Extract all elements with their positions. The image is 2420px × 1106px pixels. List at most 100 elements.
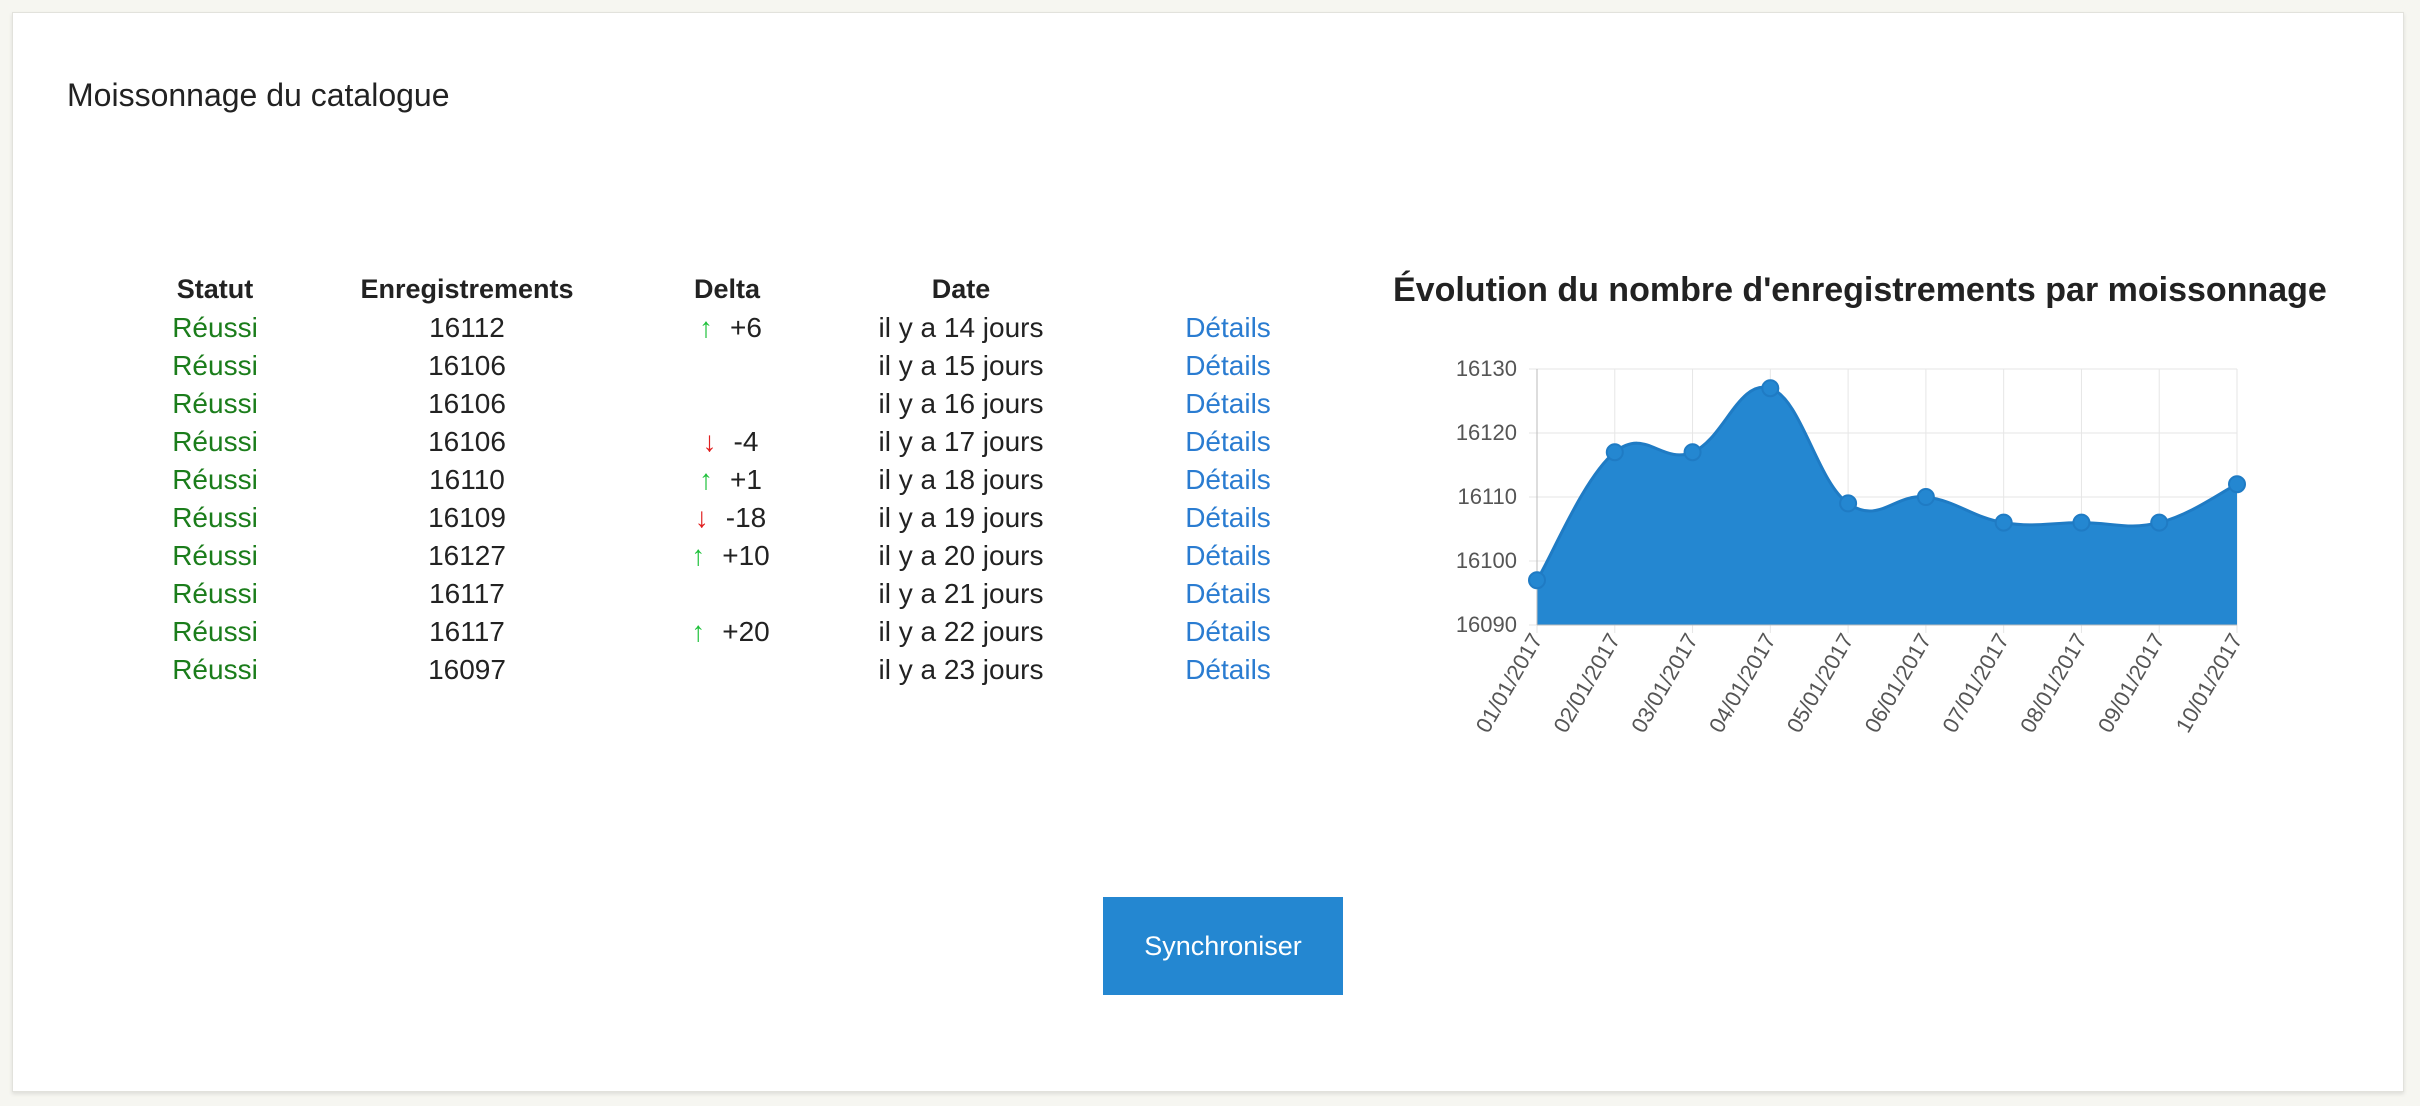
- record-count-cell: 16117: [429, 616, 505, 647]
- x-tick-label: 10/01/2017: [2171, 629, 2248, 737]
- status-cell: Réussi: [172, 654, 258, 685]
- details-link[interactable]: Détails: [1115, 385, 1341, 423]
- x-tick-label: 01/01/2017: [1471, 629, 1548, 737]
- table-row: Réussi 16106 il y a 15 jours Détails: [143, 347, 1341, 385]
- table-header-row: Statut Enregistrements Delta Date: [143, 269, 1341, 309]
- record-count-cell: 16106: [428, 350, 506, 381]
- synchronize-button[interactable]: Synchroniser: [1103, 897, 1343, 995]
- y-tick-label: 16110: [1457, 484, 1517, 509]
- table-row: Réussi 16117 il y a 21 jours Détails: [143, 575, 1341, 613]
- data-point: [1994, 513, 2013, 532]
- y-tick-label: 16100: [1456, 548, 1517, 573]
- delta-value: -4: [733, 426, 759, 457]
- delta-cell: [647, 347, 807, 385]
- data-point: [2228, 475, 2246, 494]
- data-point: [2150, 513, 2169, 532]
- date-cell: il y a 22 jours: [878, 616, 1044, 647]
- status-cell: Réussi: [172, 350, 258, 381]
- status-cell: Réussi: [172, 464, 258, 495]
- delta-cell: [647, 385, 807, 423]
- record-count-cell: 16106: [428, 388, 506, 419]
- delta-cell: ↑ +6: [647, 309, 807, 347]
- data-point: [1761, 379, 1780, 398]
- chart-title: Évolution du nombre d'enregistrements pa…: [1393, 271, 2327, 309]
- table-row: Réussi 16110 ↑ +1 il y a 18 jours Détails: [143, 461, 1341, 499]
- delta-value: +1: [730, 464, 762, 495]
- details-link[interactable]: Détails: [1115, 537, 1341, 575]
- record-count-cell: 16127: [428, 540, 506, 571]
- header-count: Enregistrements: [360, 273, 574, 304]
- data-point: [1605, 443, 1624, 462]
- data-point: [1528, 571, 1546, 590]
- arrow-up-icon: ↑: [699, 464, 714, 495]
- delta-cell: ↓ -4: [647, 423, 807, 461]
- arrow-up-icon: ↑: [691, 540, 706, 571]
- details-link[interactable]: Détails: [1115, 347, 1341, 385]
- x-tick-label: 08/01/2017: [2015, 629, 2092, 737]
- status-cell: Réussi: [172, 426, 258, 457]
- date-cell: il y a 17 jours: [878, 426, 1044, 457]
- details-link[interactable]: Détails: [1115, 575, 1341, 613]
- y-tick-label: 16120: [1456, 420, 1517, 445]
- table-row: Réussi 16106 ↓ -4 il y a 17 jours Détails: [143, 423, 1341, 461]
- delta-cell: [647, 651, 807, 689]
- details-link[interactable]: Détails: [1115, 461, 1341, 499]
- delta-value: -18: [725, 502, 767, 533]
- x-tick-label: 04/01/2017: [1704, 629, 1781, 737]
- delta-value: +20: [722, 616, 770, 647]
- arrow-down-icon: ↓: [694, 502, 709, 533]
- record-count-cell: 16112: [429, 312, 505, 343]
- table-row: Réussi 16127 ↑ +10 il y a 20 jours Détails: [143, 537, 1341, 575]
- y-tick-label: 16090: [1456, 612, 1517, 637]
- date-cell: il y a 19 jours: [878, 502, 1044, 533]
- data-point: [1683, 443, 1702, 462]
- data-point: [1839, 494, 1858, 513]
- details-link[interactable]: Détails: [1115, 423, 1341, 461]
- x-tick-label: 06/01/2017: [1860, 629, 1937, 737]
- details-link[interactable]: Détails: [1115, 499, 1341, 537]
- table-row: Réussi 16106 il y a 16 jours Détails: [143, 385, 1341, 423]
- table-row: Réussi 16112 ↑ +6 il y a 14 jours Détails: [143, 309, 1341, 347]
- date-cell: il y a 16 jours: [878, 388, 1044, 419]
- delta-cell: ↓ -18: [647, 499, 807, 537]
- details-link[interactable]: Détails: [1115, 309, 1341, 347]
- records-area-chart: 16130 16120 16110 16100 1609001/01/2017 02/01…: [1456, 356, 2248, 737]
- delta-value: +6: [730, 312, 762, 343]
- header-actions: [1115, 269, 1341, 309]
- page-title: Moissonnage du catalogue: [67, 77, 450, 113]
- delta-cell: ↑ +20: [647, 613, 807, 651]
- header-date: Date: [931, 273, 991, 304]
- data-point: [1916, 488, 1935, 506]
- record-count-cell: 16110: [429, 464, 505, 495]
- date-cell: il y a 18 jours: [878, 464, 1044, 495]
- record-count-cell: 16117: [429, 578, 505, 609]
- table-row: Réussi 16109 ↓ -18 il y a 19 jours Détails: [143, 499, 1341, 537]
- delta-value: +10: [722, 540, 770, 571]
- status-cell: Réussi: [172, 388, 258, 419]
- table-row: Réussi 16097 il y a 23 jours Détails: [143, 651, 1341, 689]
- date-cell: il y a 21 jours: [878, 578, 1044, 609]
- harvest-table: Statut Enregistrements Delta Date Réussi…: [143, 269, 1341, 689]
- status-cell: Réussi: [172, 616, 258, 647]
- header-delta: Delta: [693, 273, 761, 304]
- delta-cell: ↑ +10: [647, 537, 807, 575]
- details-link[interactable]: Détails: [1115, 651, 1341, 689]
- data-point: [2072, 513, 2091, 532]
- status-cell: Réussi: [172, 502, 258, 533]
- status-cell: Réussi: [172, 578, 258, 609]
- record-count-cell: 16106: [428, 426, 506, 457]
- record-count-cell: 16097: [428, 654, 506, 685]
- y-tick-label: 16130: [1456, 356, 1517, 381]
- status-cell: Réussi: [172, 312, 258, 343]
- arrow-up-icon: ↑: [691, 616, 706, 647]
- date-cell: il y a 14 jours: [878, 312, 1044, 343]
- status-cell: Réussi: [172, 540, 258, 571]
- arrow-down-icon: ↓: [702, 426, 717, 457]
- x-tick-label: 07/01/2017: [1937, 629, 2014, 737]
- harvest-card: Moissonnage du catalogue Statut Enregist…: [12, 12, 2404, 1092]
- x-tick-label: 03/01/2017: [1626, 629, 1703, 737]
- x-tick-label: 09/01/2017: [2093, 629, 2170, 737]
- x-tick-label: 05/01/2017: [1782, 629, 1859, 737]
- table-row: Réussi 16117 ↑ +20 il y a 22 jours Détails: [143, 613, 1341, 651]
- details-link[interactable]: Détails: [1115, 613, 1341, 651]
